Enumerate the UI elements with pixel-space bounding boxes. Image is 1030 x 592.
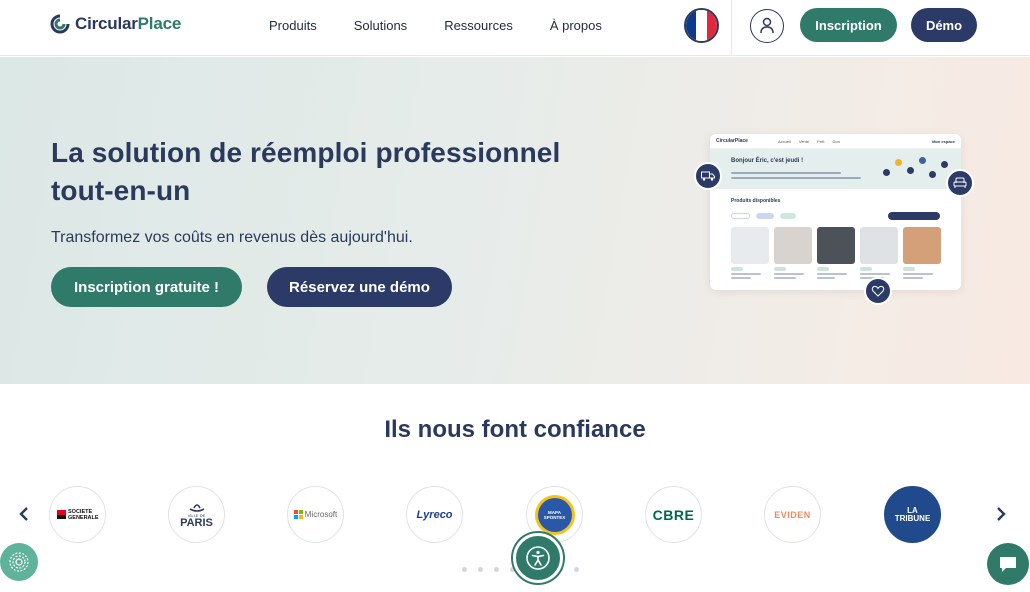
mockup-space: Mon espace <box>932 138 955 144</box>
header-divider <box>731 0 732 56</box>
logo-cbre: CBRE <box>645 486 702 543</box>
chat-bubble-icon <box>1000 557 1016 572</box>
chat-button[interactable] <box>987 543 1029 585</box>
app-mockup-image: CircularPlace Accueil Vente Prêt Don Mon… <box>710 134 961 290</box>
fingerprint-icon <box>9 552 29 572</box>
circularplace-logo[interactable]: CircularPlace <box>50 14 181 34</box>
nav-produits[interactable]: Produits <box>269 18 317 33</box>
logo-mark-icon <box>50 14 70 34</box>
logo-text: CircularPlace <box>75 14 182 33</box>
demo-button[interactable]: Démo <box>911 8 977 42</box>
hero-subtitle: Transformez vos coûts en revenus dès auj… <box>51 229 413 246</box>
truck-icon <box>694 162 722 190</box>
main-nav: Produits Solutions Ressources À propos <box>269 18 602 33</box>
mockup-product-card <box>731 227 769 285</box>
logo-eviden: EVIDEN <box>764 486 821 543</box>
mockup-product-card <box>774 227 812 285</box>
ship-icon <box>189 504 204 512</box>
french-flag-icon[interactable] <box>684 8 719 43</box>
mockup-greeting: Bonjour Éric, c'est jeudi ! <box>731 158 804 164</box>
logo-la-tribune: LA TRIBUNE <box>884 486 941 543</box>
accessibility-button[interactable] <box>513 533 563 583</box>
mockup-nav-item: Prêt <box>817 138 825 144</box>
mockup-text-line <box>731 172 841 174</box>
chevron-right-icon <box>997 507 1006 521</box>
user-icon <box>760 17 774 34</box>
signup-button[interactable]: Inscription <box>800 8 897 42</box>
hero-title: La solution de réemploi professionnel to… <box>51 137 561 206</box>
carousel-dot[interactable] <box>494 567 499 572</box>
nav-ressources[interactable]: Ressources <box>444 18 513 33</box>
chevron-left-icon <box>19 507 28 521</box>
mockup-nav-item: Vente <box>798 138 810 144</box>
user-account-button[interactable] <box>750 9 784 43</box>
mockup-avatars <box>875 155 955 185</box>
trust-title: Ils nous font confiance <box>384 416 646 443</box>
mockup-product-card <box>817 227 855 285</box>
mockup-chip <box>756 213 774 219</box>
logo-microsoft: Microsoft <box>287 486 344 543</box>
fingerprint-button[interactable] <box>0 543 38 581</box>
free-signup-button[interactable]: Inscription gratuite ! <box>51 267 242 307</box>
carousel-prev-arrow[interactable] <box>16 503 32 525</box>
mockup-chip <box>780 213 796 219</box>
book-demo-button[interactable]: Réservez une démo <box>267 267 452 307</box>
logo-societe-generale: SOCIETE GENERALE <box>49 486 106 543</box>
armchair-icon <box>946 169 974 197</box>
heart-hand-icon <box>864 277 892 305</box>
mockup-topbar: CircularPlace Accueil Vente Prêt Don Mon… <box>710 134 961 149</box>
mockup-chip <box>731 213 750 219</box>
carousel-dot[interactable] <box>574 567 579 572</box>
carousel-next-arrow[interactable] <box>993 503 1009 525</box>
mockup-nav-item: Don <box>832 138 840 144</box>
mockup-filter-button <box>888 212 940 220</box>
mockup-nav-item: Accueil <box>777 138 791 144</box>
mockup-products-title: Produits disponibles <box>731 198 781 204</box>
logo-ville-de-paris: VILLE DE PARIS <box>168 486 225 543</box>
carousel-dot[interactable] <box>462 567 467 572</box>
site-header: CircularPlace Produits Solutions Ressour… <box>0 0 1030 56</box>
nav-a-propos[interactable]: À propos <box>550 18 602 33</box>
mockup-logo: CircularPlace <box>716 138 748 144</box>
mockup-banner: Bonjour Éric, c'est jeudi ! <box>710 149 961 189</box>
mockup-text-line <box>731 177 861 179</box>
accessibility-icon <box>526 546 550 570</box>
mockup-product-card <box>903 227 941 285</box>
nav-solutions[interactable]: Solutions <box>354 18 407 33</box>
carousel-dot[interactable] <box>478 567 483 572</box>
logo-lyreco: Lyreco <box>406 486 463 543</box>
